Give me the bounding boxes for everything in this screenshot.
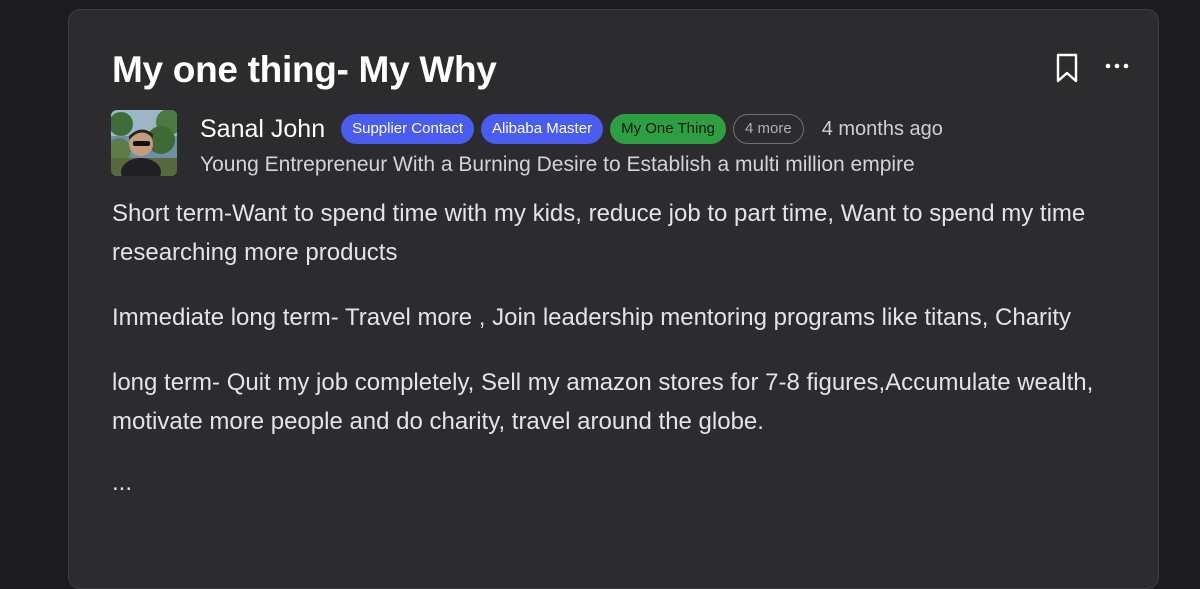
- badge-my-one-thing[interactable]: My One Thing: [610, 114, 727, 144]
- bookmark-icon[interactable]: [1055, 53, 1079, 83]
- more-options-icon[interactable]: [1104, 56, 1130, 76]
- post-title[interactable]: My one thing- My Why: [112, 47, 497, 93]
- badge-supplier-contact[interactable]: Supplier Contact: [341, 114, 475, 144]
- author-name[interactable]: Sanal John: [200, 115, 325, 144]
- avatar[interactable]: [111, 110, 177, 176]
- post-paragraph: Short term-Want to spend time with my ki…: [112, 200, 1086, 266]
- truncation-ellipsis[interactable]: ...: [112, 463, 1122, 502]
- badge-alibaba-master[interactable]: Alibaba Master: [481, 114, 604, 144]
- more-badges-button[interactable]: 4 more: [733, 114, 804, 144]
- post-card: My one thing- My Why Sanal John Supplier…: [68, 9, 1159, 589]
- post-body: Short term-Want to spend time with my ki…: [112, 194, 1122, 502]
- author-tagline: Young Entrepreneur With a Burning Desire…: [200, 153, 915, 176]
- post-timestamp: 4 months ago: [821, 117, 943, 140]
- post-paragraph: long term- Quit my job completely, Sell …: [112, 369, 1094, 435]
- post-paragraph: Immediate long term- Travel more , Join …: [112, 304, 1072, 331]
- author-meta-row: Sanal John Supplier Contact Alibaba Mast…: [200, 112, 943, 146]
